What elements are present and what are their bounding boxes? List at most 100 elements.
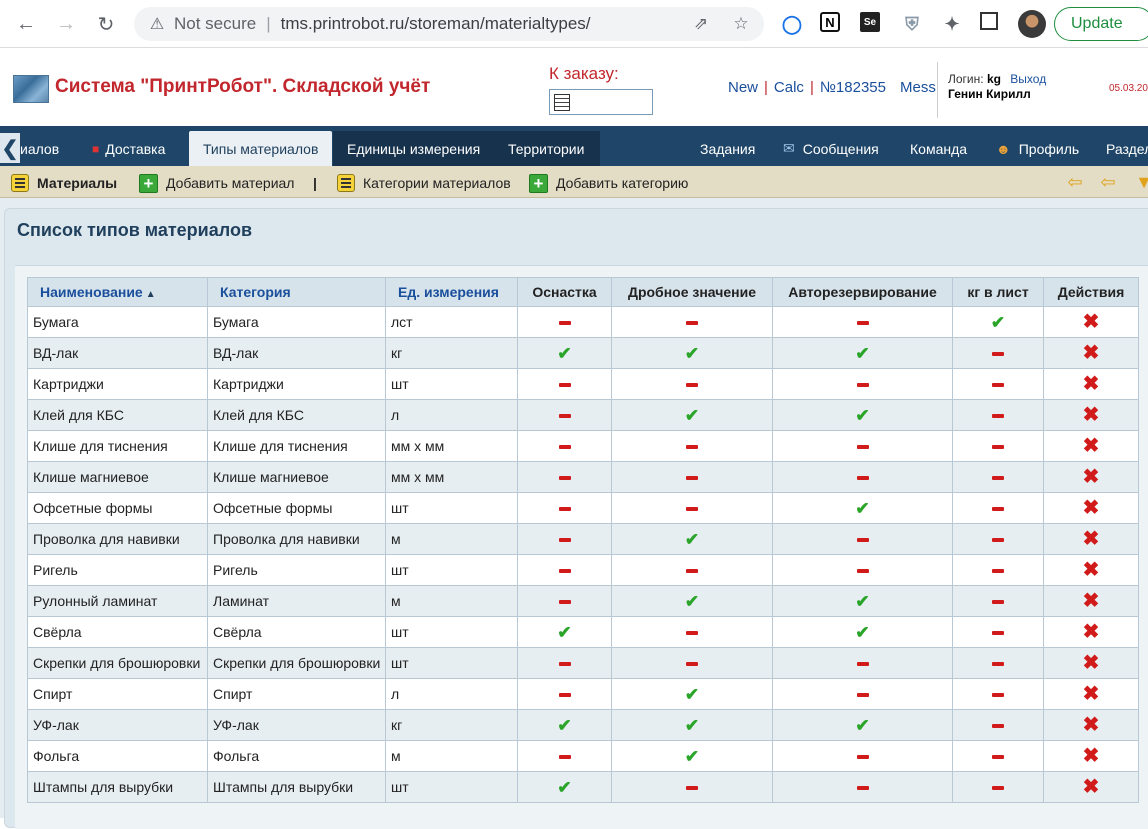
cell-name[interactable]: Фольга	[27, 740, 208, 772]
shield-icon[interactable]: ⛨	[900, 12, 924, 36]
cell-name[interactable]: ВД-лак	[27, 337, 208, 369]
table-row[interactable]: Фольга Фольга м ✔ ✖	[27, 740, 1139, 772]
avatar[interactable]	[1018, 10, 1046, 38]
table-row[interactable]: Проволка для навивки Проволка для навивки…	[27, 523, 1139, 555]
delete-icon[interactable]: ✖	[1083, 621, 1100, 643]
delete-icon[interactable]: ✖	[1083, 373, 1100, 395]
cell-actions: ✖	[1043, 647, 1139, 679]
tab-material-types[interactable]: Типы материалов	[189, 131, 333, 166]
tab-territories[interactable]: Территории	[494, 131, 601, 166]
delete-icon[interactable]: ✖	[1083, 497, 1100, 519]
delete-icon[interactable]: ✖	[1083, 590, 1100, 612]
back-green-icon[interactable]: ⇦	[1065, 172, 1085, 192]
table-row[interactable]: Клише магниевое Клише магниевое мм x мм ✖	[27, 461, 1139, 493]
table-row[interactable]: УФ-лак УФ-лак кг ✔ ✔ ✔ ✖	[27, 709, 1139, 741]
cell-actions: ✖	[1043, 461, 1139, 493]
cell-name[interactable]: Скрепки для брошюровки	[27, 647, 208, 679]
delete-icon[interactable]: ✖	[1083, 745, 1100, 767]
add-material-button[interactable]: + Добавить материал	[139, 173, 294, 193]
delete-icon[interactable]: ✖	[1083, 466, 1100, 488]
selenium-icon[interactable]: Se	[860, 12, 880, 32]
cell-category: Ламинат	[207, 585, 386, 617]
delete-icon[interactable]: ✖	[1083, 404, 1100, 426]
delete-icon[interactable]: ✖	[1083, 776, 1100, 798]
delete-icon[interactable]: ✖	[1083, 342, 1100, 364]
delete-icon[interactable]: ✖	[1083, 528, 1100, 550]
order-number-link[interactable]: №182355	[820, 79, 886, 96]
cell-name[interactable]: Офсетные формы	[27, 492, 208, 524]
logout-link[interactable]: Выход	[1010, 72, 1046, 86]
delete-icon[interactable]: ✖	[1083, 683, 1100, 705]
order-input[interactable]	[549, 89, 653, 115]
cell-name[interactable]: Рулонный ламинат	[27, 585, 208, 617]
delete-icon[interactable]: ✖	[1083, 559, 1100, 581]
check-icon: ✔	[855, 622, 870, 642]
dash-icon	[558, 569, 571, 574]
delete-icon[interactable]: ✖	[1083, 311, 1100, 333]
col-kg-per-sheet: кг в лист	[952, 277, 1044, 307]
table-row[interactable]: Свёрла Свёрла шт ✔ ✔ ✖	[27, 616, 1139, 648]
tab-units[interactable]: Единицы измерения	[333, 131, 495, 166]
cell-name[interactable]: Проволка для навивки	[27, 523, 208, 555]
table-row[interactable]: Скрепки для брошюровки Скрепки для брошюр…	[27, 647, 1139, 679]
dash-icon	[992, 507, 1004, 512]
sidepanel-icon[interactable]	[980, 12, 998, 30]
tab-delivery[interactable]: ■ Доставка	[78, 131, 179, 166]
share-icon[interactable]: ⇗	[690, 13, 712, 35]
dash-icon	[558, 662, 571, 667]
address-bar[interactable]: ⚠ Not secure | tms.printrobot.ru/storema…	[134, 7, 764, 41]
forward-icon[interactable]: →	[52, 10, 80, 38]
puzzle-icon[interactable]: ✦	[940, 12, 964, 36]
tab-section[interactable]: Раздел	[1092, 131, 1148, 166]
add-category-button[interactable]: + Добавить категорию	[529, 173, 688, 193]
materials-button[interactable]: Материалы	[11, 173, 117, 193]
table-row[interactable]: Клише для тиснения Клише для тиснения мм x…	[27, 430, 1139, 462]
table-row[interactable]: ВД-лак ВД-лак кг ✔ ✔ ✔ ✖	[27, 337, 1139, 369]
tab-profile[interactable]: ☻ Профиль	[982, 131, 1093, 166]
table-row[interactable]: Бумага Бумага лст ✔ ✖	[27, 306, 1139, 338]
cell-name[interactable]: Штампы для вырубки	[27, 771, 208, 803]
col-unit[interactable]: Ед. измерения	[385, 277, 518, 307]
mess-link[interactable]: Mess	[900, 79, 936, 96]
table-row[interactable]: Ригель Ригель шт ✖	[27, 554, 1139, 586]
back-arrow-icon[interactable]: ⇦	[1098, 172, 1118, 192]
col-name[interactable]: Наименование ▲	[27, 277, 208, 307]
extension-circle-icon[interactable]: ◯	[780, 12, 804, 36]
table-row[interactable]: Рулонный ламинат Ламинат м ✔ ✔ ✖	[27, 585, 1139, 617]
table-row[interactable]: Офсетные формы Офсетные формы шт ✔ ✖	[27, 492, 1139, 524]
table-row[interactable]: Штампы для вырубки Штампы для вырубки шт ✔ ✖	[27, 771, 1139, 803]
cell-name[interactable]: Картриджи	[27, 368, 208, 400]
cell-flag: ✔	[952, 306, 1044, 338]
cell-name[interactable]: Бумага	[27, 306, 208, 338]
cell-name[interactable]: УФ-лак	[27, 709, 208, 741]
cell-name[interactable]: Ригель	[27, 554, 208, 586]
cell-actions: ✖	[1043, 554, 1139, 586]
delete-icon[interactable]: ✖	[1083, 435, 1100, 457]
calc-link[interactable]: Calc	[774, 79, 804, 96]
tab-messages[interactable]: ✉ Сообщения	[769, 131, 893, 166]
reload-icon[interactable]: ↻	[92, 10, 120, 38]
update-button[interactable]: Update	[1054, 7, 1148, 41]
table-row[interactable]: Картриджи Картриджи шт ✖	[27, 368, 1139, 400]
cell-name[interactable]: Спирт	[27, 678, 208, 710]
cell-name[interactable]: Клей для КБС	[27, 399, 208, 431]
new-link[interactable]: New	[728, 79, 758, 96]
dropdown-icon[interactable]: ▼	[1134, 172, 1148, 192]
star-icon[interactable]: ☆	[730, 13, 752, 35]
tab-team[interactable]: Команда	[896, 131, 981, 166]
categories-button[interactable]: Категории материалов	[337, 173, 511, 193]
notion-icon[interactable]: N	[820, 12, 840, 32]
table-row[interactable]: Спирт Спирт л ✔ ✖	[27, 678, 1139, 710]
login-value: kg	[986, 72, 1001, 86]
cell-name[interactable]: Свёрла	[27, 616, 208, 648]
cell-flag	[517, 430, 612, 462]
cell-name[interactable]: Клише магниевое	[27, 461, 208, 493]
table-row[interactable]: Клей для КБС Клей для КБС л ✔ ✔ ✖	[27, 399, 1139, 431]
col-category[interactable]: Категория	[207, 277, 386, 307]
cell-name[interactable]: Клише для тиснения	[27, 430, 208, 462]
tab-materials[interactable]: иалов	[6, 131, 73, 166]
delete-icon[interactable]: ✖	[1083, 714, 1100, 736]
back-icon[interactable]: ←	[12, 10, 40, 38]
tab-tasks[interactable]: Задания	[686, 131, 769, 166]
delete-icon[interactable]: ✖	[1083, 652, 1100, 674]
